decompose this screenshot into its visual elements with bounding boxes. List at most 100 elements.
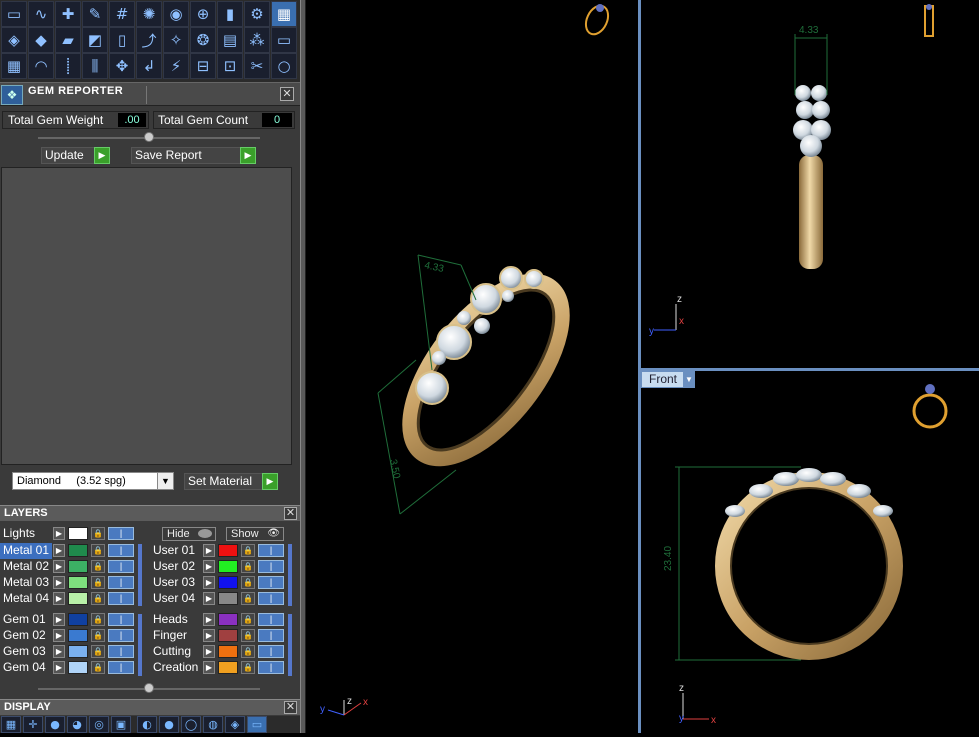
lock-icon[interactable]: 🔒 <box>91 592 105 605</box>
window-small-icon[interactable]: ▭ <box>271 27 297 53</box>
layer-name[interactable]: User 02 <box>150 559 202 575</box>
expand-arrow-icon[interactable]: ▶ <box>53 560 65 573</box>
visibility-toggle[interactable]: | <box>258 645 284 658</box>
expand-arrow-icon[interactable]: ▶ <box>203 613 215 626</box>
close-icon[interactable]: ✕ <box>280 87 294 101</box>
dashed-curve-icon[interactable]: ⸽ <box>55 53 81 79</box>
layer-color-swatch[interactable] <box>68 645 88 658</box>
hide-button[interactable]: Hide <box>162 527 216 541</box>
layer-color-swatch[interactable] <box>68 629 88 642</box>
layer-color-swatch[interactable] <box>68 576 88 589</box>
layer-name[interactable]: Cutting <box>150 644 204 660</box>
layer-name[interactable]: User 03 <box>150 575 202 591</box>
expand-arrow-icon[interactable]: ▶ <box>203 544 215 557</box>
diamond-icon[interactable]: ◆ <box>28 27 54 53</box>
layer-row[interactable]: Metal 01 ▶ 🔒 | <box>0 543 140 559</box>
gem-ring-icon[interactable]: ❂ <box>190 27 216 53</box>
right-viewport[interactable]: 4.33 z x y <box>640 0 979 368</box>
scrollbar[interactable] <box>288 614 292 676</box>
front-viewport[interactable]: 23.40 z x y <box>640 370 979 733</box>
settings-gear-icon[interactable]: ⚙ <box>244 1 270 27</box>
set-material-button[interactable]: Set Material ▶ <box>184 473 278 490</box>
lock-icon[interactable]: 🔒 <box>91 544 105 557</box>
layer-color-swatch[interactable] <box>218 629 238 642</box>
visibility-toggle[interactable]: | <box>258 544 284 557</box>
plane-icon[interactable]: ◩ <box>82 27 108 53</box>
layer-name[interactable]: User 01 <box>150 543 202 559</box>
chrome-ball-icon[interactable]: ◍ <box>203 716 223 733</box>
cluster-icon[interactable]: ⁂ <box>244 27 270 53</box>
layer-row[interactable]: User 04 ▶ 🔒 | <box>150 591 290 607</box>
edit-curve-icon[interactable]: ✎ <box>82 1 108 27</box>
panel-resize-handle[interactable] <box>144 683 154 693</box>
visibility-toggle[interactable]: | <box>108 527 134 540</box>
expand-arrow-icon[interactable]: ▶ <box>203 629 215 642</box>
layer-row[interactable]: Gem 02 ▶ 🔒 | <box>0 628 140 644</box>
layer-name[interactable]: Metal 03 <box>0 575 52 591</box>
column-icon[interactable]: ▯ <box>109 27 135 53</box>
expand-arrow-icon[interactable]: ▶ <box>53 613 65 626</box>
layer-row[interactable]: Gem 03 ▶ 🔒 | <box>0 644 140 660</box>
visibility-toggle[interactable]: | <box>108 592 134 605</box>
visibility-toggle[interactable]: | <box>108 629 134 642</box>
move-icon[interactable]: ✥ <box>109 53 135 79</box>
lock-icon[interactable]: 🔒 <box>241 613 255 626</box>
expand-arrow-icon[interactable]: ▶ <box>53 592 65 605</box>
layer-row[interactable]: Metal 02 ▶ 🔒 | <box>0 559 140 575</box>
layer-name[interactable]: Gem 03 <box>0 644 52 660</box>
layer-name[interactable]: Gem 01 <box>0 612 52 628</box>
layer-color-swatch[interactable] <box>68 592 88 605</box>
lock-icon[interactable]: 🔒 <box>91 645 105 658</box>
lock-icon[interactable]: 🔒 <box>241 560 255 573</box>
sparkle-icon[interactable]: ✧ <box>163 27 189 53</box>
ball-icon[interactable]: ◉ <box>163 1 189 27</box>
layer-color-swatch[interactable] <box>218 645 238 658</box>
cube-arrange-icon[interactable]: ▦ <box>1 53 27 79</box>
layer-color-swatch[interactable] <box>218 592 238 605</box>
visibility-toggle[interactable]: | <box>258 629 284 642</box>
layer-color-swatch[interactable] <box>218 544 238 557</box>
lock-icon[interactable]: 🔒 <box>241 661 255 674</box>
circle-icon[interactable]: ○ <box>271 53 297 79</box>
layer-name[interactable]: Creation <box>150 660 204 676</box>
expand-arrow-icon[interactable]: ▶ <box>203 661 215 674</box>
layer-row[interactable]: User 02 ▶ 🔒 | <box>150 559 290 575</box>
expand-arrow-icon[interactable]: ▶ <box>53 544 65 557</box>
material-select[interactable]: Diamond (3.52 spg) ▼ <box>12 472 174 490</box>
layer-name[interactable]: Gem 02 <box>0 628 52 644</box>
link-icon[interactable]: ⊟ <box>190 53 216 79</box>
update-button[interactable]: Update ▶ <box>41 147 110 164</box>
grid-curve-icon[interactable]: # <box>109 1 135 27</box>
visibility-toggle[interactable]: | <box>258 613 284 626</box>
layer-row[interactable]: User 01 ▶ 🔒 | <box>150 543 290 559</box>
visibility-toggle[interactable]: | <box>108 576 134 589</box>
view-selector[interactable]: Front ▼ <box>641 371 695 388</box>
lock-icon[interactable]: 🔒 <box>241 592 255 605</box>
gem-set-icon[interactable]: ⊕ <box>190 1 216 27</box>
glass-ball-icon[interactable]: ◯ <box>181 716 201 733</box>
add-curve-icon[interactable]: ✚ <box>55 1 81 27</box>
lock-icon[interactable]: 🔒 <box>91 527 105 540</box>
close-icon[interactable]: ✕ <box>284 507 297 520</box>
layer-name[interactable]: Finger <box>150 628 204 644</box>
arc-icon[interactable]: ◠ <box>28 53 54 79</box>
visibility-toggle[interactable]: | <box>108 560 134 573</box>
layer-color-swatch[interactable] <box>68 613 88 626</box>
grid-icon[interactable]: ▦ <box>1 716 21 733</box>
layer-name[interactable]: User 04 <box>150 591 202 607</box>
layer-name[interactable]: Metal 01 <box>0 543 52 559</box>
layer-row[interactable]: Creation ▶ 🔒 | <box>150 660 290 676</box>
visibility-toggle[interactable]: | <box>258 592 284 605</box>
expand-arrow-icon[interactable]: ▶ <box>53 527 65 540</box>
expand-arrow-icon[interactable]: ▶ <box>203 592 215 605</box>
layer-color-swatch[interactable] <box>68 527 88 540</box>
wire-icon[interactable]: ◎ <box>89 716 109 733</box>
layer-row[interactable]: Cutting ▶ 🔒 | <box>150 644 290 660</box>
layer-color-swatch[interactable] <box>68 661 88 674</box>
layer-row[interactable]: Finger ▶ 🔒 | <box>150 628 290 644</box>
mesh-icon[interactable]: ✺ <box>136 1 162 27</box>
layer-row[interactable]: Gem 01 ▶ 🔒 | <box>0 612 140 628</box>
layer-row[interactable]: Metal 04 ▶ 🔒 | <box>0 591 140 607</box>
diamond-ball-icon[interactable]: ◈ <box>225 716 245 733</box>
lock-icon[interactable]: 🔒 <box>241 544 255 557</box>
